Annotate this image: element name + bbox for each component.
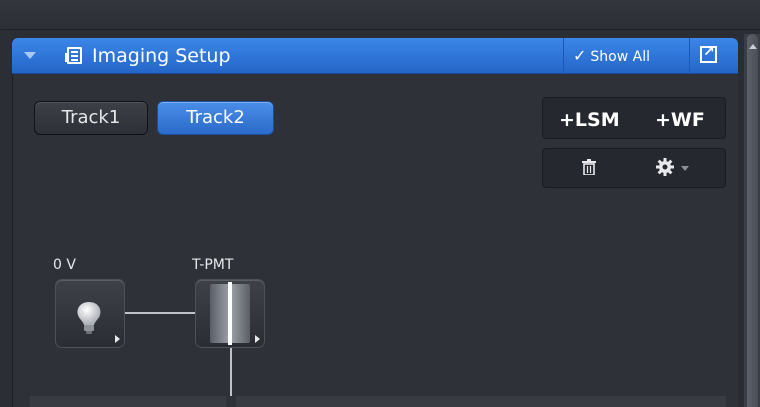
add-wf-button[interactable]: +WF [655, 108, 705, 132]
gear-icon[interactable] [656, 158, 674, 176]
detector-label: T-PMT [192, 257, 234, 273]
track2-button[interactable]: Track2 [157, 101, 274, 135]
left-edge [0, 30, 12, 407]
header-separator [563, 38, 564, 74]
scrollbar-thumb[interactable] [747, 34, 758, 407]
top-toolbar-strip [0, 0, 760, 30]
document-icon [65, 47, 82, 64]
detector-device-tile[interactable] [195, 279, 265, 348]
track1-button[interactable]: Track1 [34, 101, 148, 135]
header-separator [689, 38, 690, 74]
track-tools-group [542, 148, 726, 188]
light-path-connector [125, 312, 195, 314]
collapse-arrow-icon[interactable] [24, 52, 36, 59]
panel-title: Imaging Setup [92, 45, 231, 67]
bottom-panel-band [30, 396, 726, 407]
tile-menu-icon [255, 335, 260, 343]
imaging-setup-panel [12, 38, 738, 407]
scroll-up-icon[interactable] [749, 44, 757, 49]
show-all-label: Show All [590, 49, 650, 65]
lamp-device-tile[interactable] [55, 279, 125, 348]
popout-icon[interactable] [700, 44, 717, 63]
bottom-band-gap [226, 396, 236, 407]
tile-menu-icon [115, 335, 120, 343]
checkmark-icon: ✓ [573, 46, 587, 65]
lightbulb-icon [77, 302, 101, 334]
detector-slit [228, 282, 232, 345]
trash-icon[interactable] [582, 159, 596, 175]
lamp-voltage-label: 0 V [53, 257, 76, 273]
show-all-button[interactable]: ✓ Show All [566, 43, 684, 69]
gear-dropdown-icon[interactable] [681, 166, 689, 171]
add-lsm-button[interactable]: +LSM [559, 108, 620, 132]
